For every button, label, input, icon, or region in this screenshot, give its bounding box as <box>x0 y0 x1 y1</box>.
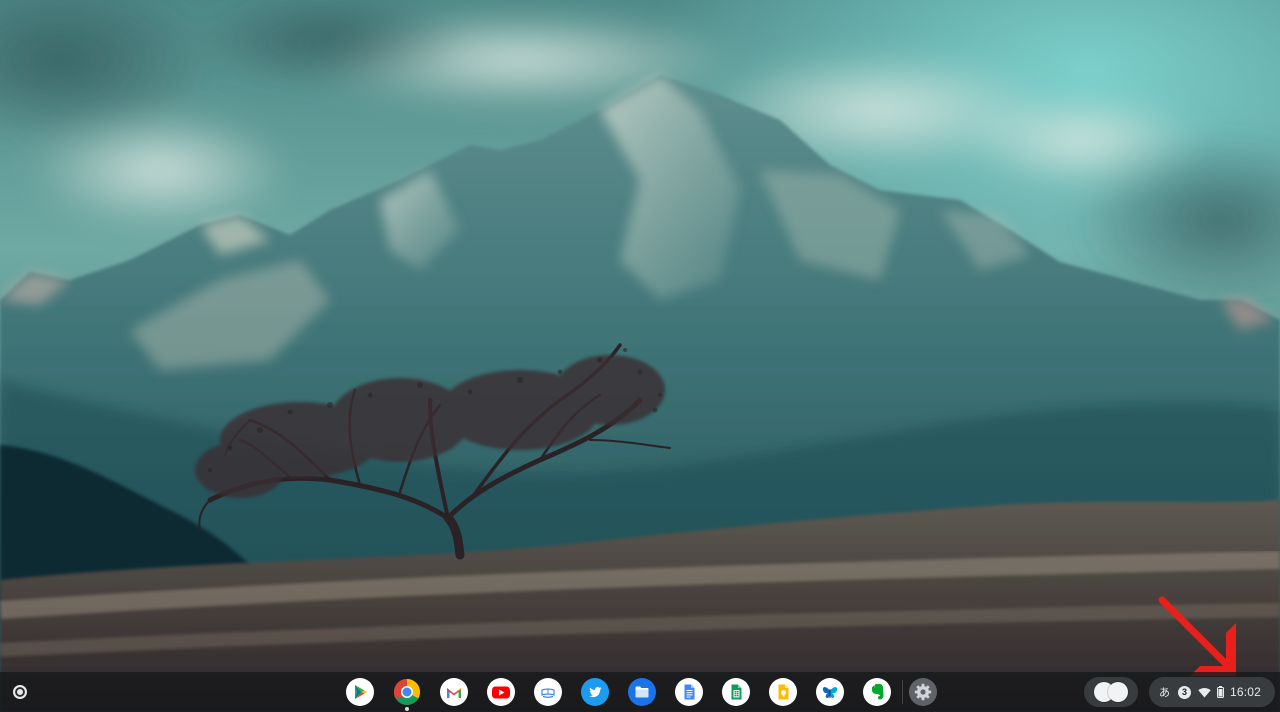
settings-icon <box>909 678 937 706</box>
chrome-icon <box>393 678 421 705</box>
twitter-icon <box>581 678 609 706</box>
holding-space-item-icon <box>1108 682 1128 702</box>
sheets-icon <box>722 678 750 706</box>
wifi-icon <box>1198 687 1211 697</box>
files-icon <box>628 678 656 706</box>
launcher-button[interactable] <box>4 676 36 708</box>
evernote-icon <box>863 678 891 706</box>
shelf-app-play-store[interactable] <box>344 676 376 708</box>
battery-icon <box>1217 686 1224 698</box>
youtube-icon <box>487 678 515 706</box>
shelf-app-butterfly[interactable] <box>814 676 846 708</box>
play-store-icon <box>346 678 374 706</box>
butterfly-icon <box>816 678 844 706</box>
shelf-app-youtube[interactable] <box>485 676 517 708</box>
shelf-app-gmail[interactable] <box>438 676 470 708</box>
keep-icon <box>769 678 797 706</box>
shelf-app-evernote[interactable] <box>861 676 893 708</box>
launcher-icon <box>13 685 27 699</box>
shelf: あ 3 16:02 <box>0 672 1280 712</box>
notification-counter[interactable]: 3 <box>1178 685 1191 699</box>
status-tray[interactable]: あ 3 16:02 <box>1149 677 1275 707</box>
docs-icon <box>675 678 703 706</box>
shelf-app-twitter[interactable] <box>579 676 611 708</box>
shelf-app-docs[interactable] <box>673 676 705 708</box>
desktop: あ 3 16:02 <box>0 0 1280 712</box>
shelf-app-chrome[interactable] <box>391 676 423 711</box>
shelf-app-sheets[interactable] <box>720 676 752 708</box>
shelf-app-settings[interactable] <box>907 676 939 708</box>
wallpaper <box>0 0 1280 712</box>
kindle-icon <box>534 678 562 706</box>
shelf-apps <box>344 676 954 711</box>
ime-indicator[interactable]: あ <box>1159 684 1170 700</box>
shelf-app-files[interactable] <box>626 676 658 708</box>
shelf-app-keep[interactable] <box>767 676 799 708</box>
clock[interactable]: 16:02 <box>1230 685 1261 699</box>
shelf-app-kindle[interactable] <box>532 676 564 708</box>
gmail-icon <box>440 678 468 706</box>
running-indicator <box>405 707 409 711</box>
shelf-divider <box>902 680 903 704</box>
holding-space-button[interactable] <box>1084 677 1138 707</box>
